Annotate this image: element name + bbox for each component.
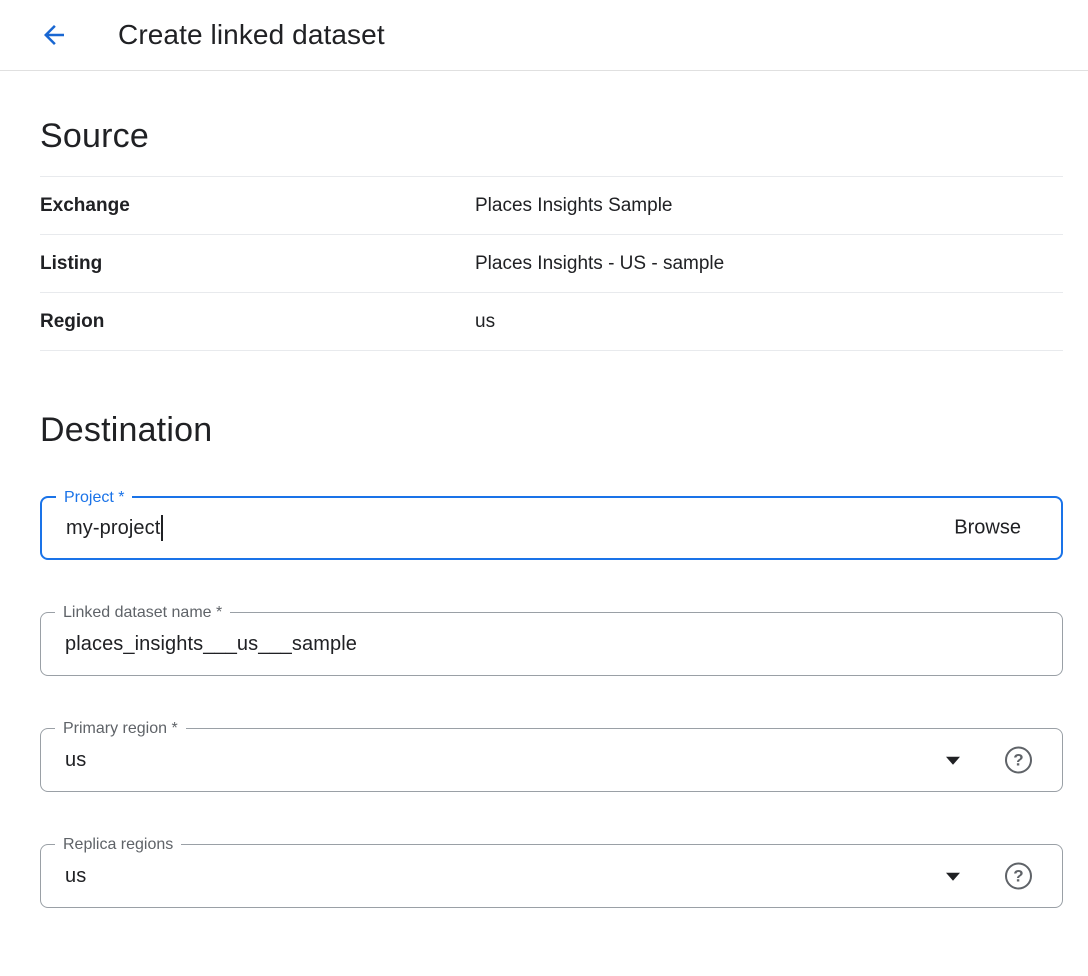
region-value: us: [475, 311, 495, 333]
header: Create linked dataset: [0, 0, 1088, 71]
table-row-exchange: Exchange Places Insights Sample: [40, 177, 1063, 235]
listing-value: Places Insights - US - sample: [475, 253, 724, 275]
project-input[interactable]: my-project: [66, 517, 160, 540]
linked-dataset-name-label: Linked dataset name *: [55, 602, 230, 623]
replica-regions-label: Replica regions: [55, 834, 181, 855]
text-cursor: [161, 515, 163, 541]
chevron-down-icon[interactable]: [946, 873, 960, 881]
project-field[interactable]: Project * my-project Browse: [40, 496, 1063, 560]
region-label: Region: [40, 311, 475, 333]
table-row-region: Region us: [40, 293, 1063, 351]
chevron-down-icon[interactable]: [946, 757, 960, 765]
table-row-listing: Listing Places Insights - US - sample: [40, 235, 1063, 293]
browse-button[interactable]: Browse: [954, 517, 1021, 540]
linked-dataset-name-input[interactable]: places_insights___us___sample: [65, 633, 357, 656]
replica-regions-select[interactable]: Replica regions us ?: [40, 844, 1063, 908]
primary-region-label: Primary region *: [55, 718, 186, 739]
main-content: Source Exchange Places Insights Sample L…: [0, 117, 1088, 908]
listing-label: Listing: [40, 253, 475, 275]
primary-region-value: us: [65, 749, 86, 772]
destination-heading: Destination: [40, 411, 1063, 450]
exchange-label: Exchange: [40, 195, 475, 217]
linked-dataset-name-field[interactable]: Linked dataset name * places_insights___…: [40, 612, 1063, 676]
arrow-back-icon: [39, 20, 69, 50]
page-title: Create linked dataset: [118, 19, 385, 51]
source-heading: Source: [40, 117, 1063, 156]
back-button[interactable]: [32, 13, 76, 57]
primary-region-select[interactable]: Primary region * us ?: [40, 728, 1063, 792]
project-field-label: Project *: [56, 487, 132, 508]
help-circle-icon[interactable]: ?: [1005, 863, 1032, 890]
exchange-value: Places Insights Sample: [475, 195, 673, 217]
source-table: Exchange Places Insights Sample Listing …: [40, 176, 1063, 351]
replica-regions-value: us: [65, 865, 86, 888]
help-circle-icon[interactable]: ?: [1005, 747, 1032, 774]
